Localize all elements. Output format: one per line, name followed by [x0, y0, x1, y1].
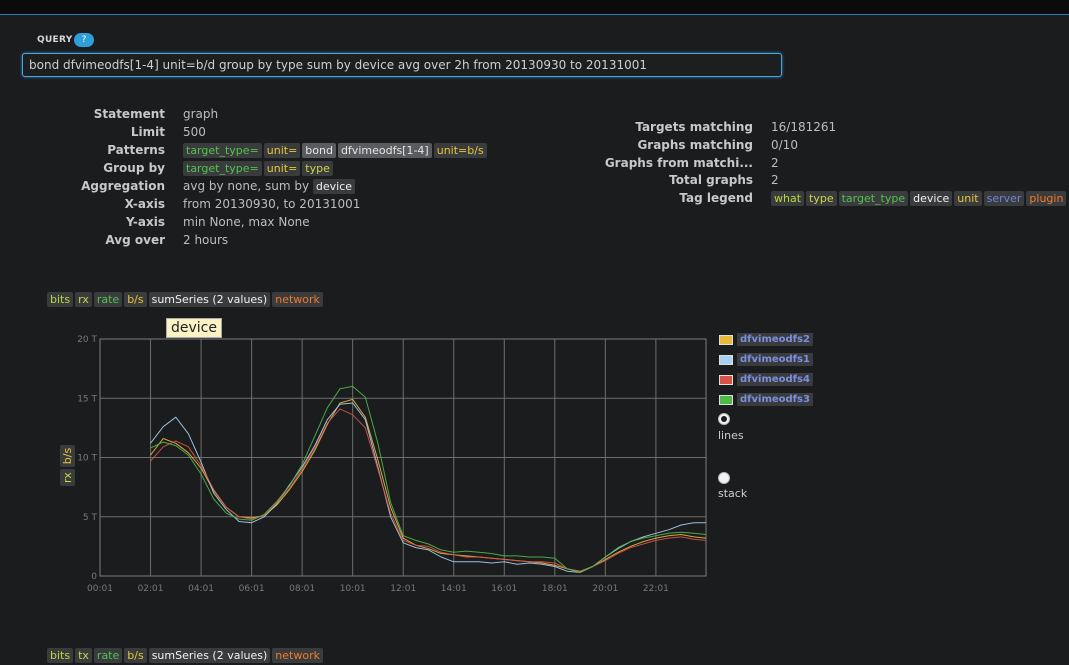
tag: b/s: [124, 292, 147, 307]
avg-over-value: 2 hours: [183, 233, 229, 247]
series-line-dfvimeodfs3: [150, 385, 707, 573]
y-tick-label: 20 T: [77, 335, 97, 345]
graph2-tags: bits tx rate b/s sumSeries (2 values) network: [47, 648, 325, 663]
query-label: QUERY: [37, 35, 73, 45]
line-chart: 00:01 02:01 04:01 06:01 08:01 10:01 12:01 14:01…: [77, 335, 707, 594]
tag: what: [771, 191, 805, 206]
targets-matching-key: Targets matching: [635, 120, 753, 134]
tag: bits: [47, 648, 74, 663]
y-tick-label: 0: [91, 572, 97, 582]
top-bar: [0, 0, 1069, 15]
x-tick-label: 18:01: [542, 584, 568, 594]
chart-series: [150, 385, 707, 573]
tag: b/s: [60, 444, 75, 468]
tag: device: [910, 191, 953, 206]
legend-swatch: [719, 355, 733, 365]
x-tick-label: 04:01: [188, 584, 214, 594]
x-tick-label: 00:01: [87, 584, 113, 594]
tag: server: [983, 191, 1025, 206]
tag: sumSeries (2 values): [148, 648, 271, 663]
tag: type: [806, 191, 837, 206]
statement-key: Statement: [93, 107, 165, 121]
legend-label: dfvimeodfs4: [737, 373, 813, 386]
x-tick-label: 02:01: [138, 584, 164, 594]
y-tick-label: 15 T: [77, 394, 97, 404]
x-tick-label: 06:01: [239, 584, 265, 594]
y-axis-value: min None, max None: [183, 215, 310, 229]
lines-label: lines: [718, 429, 744, 442]
tag: network: [272, 648, 323, 663]
tag: rate: [93, 648, 123, 663]
x-tick-label: 14:01: [441, 584, 467, 594]
stack-label: stack: [718, 487, 748, 500]
tag-legend-key: Tag legend: [679, 191, 753, 205]
x-tick-label: 12:01: [390, 584, 416, 594]
legend-swatch: [719, 335, 733, 345]
graphs-matching-value: 0/10: [771, 138, 798, 152]
query-input[interactable]: [22, 53, 782, 77]
y-tick-label: 5 T: [83, 513, 98, 523]
y-tick-label: 10 T: [77, 454, 97, 464]
series-line-dfvimeodfs4: [150, 408, 707, 572]
tag: unit: [954, 191, 982, 206]
tag: tx: [75, 648, 92, 663]
legend-swatch: [719, 395, 733, 405]
tag: b/s: [124, 648, 147, 663]
legend-label: dfvimeodfs3: [737, 393, 813, 406]
stack-radio[interactable]: [718, 472, 730, 484]
graphs-from-value: 2: [771, 156, 779, 170]
help-button[interactable]: ?: [74, 33, 94, 47]
x-tick-label: 22:01: [643, 584, 669, 594]
avg-over-key: Avg over: [105, 233, 165, 247]
graphs-matching-key: Graphs matching: [637, 138, 753, 152]
x-tick-label: 08:01: [289, 584, 315, 594]
tooltip: device: [166, 318, 222, 338]
total-graphs-value: 2: [771, 173, 779, 187]
lines-radio[interactable]: [718, 413, 730, 425]
x-tick-label: 10:01: [340, 584, 366, 594]
y-axis-key: Y-axis: [126, 215, 165, 229]
tag-legend-tags: what type target_type device unit server plugi…: [771, 191, 1068, 206]
x-tick-label: 16:01: [491, 584, 517, 594]
legend-label: dfvimeodfs1: [737, 353, 813, 366]
tag: sumSeries (2 values): [148, 292, 271, 307]
tag: target_type: [838, 191, 909, 206]
tag: bits: [47, 292, 74, 307]
legend-label: dfvimeodfs2: [737, 333, 813, 346]
series-line-dfvimeodfs1: [150, 402, 706, 573]
tag: rate: [93, 292, 123, 307]
statement-value: graph: [183, 107, 219, 121]
graph1-tags: bits rx rate b/s sumSeries (2 values) network: [47, 292, 325, 307]
tag: rx: [75, 292, 92, 307]
tag: rx: [60, 469, 75, 486]
y-axis-label: rxb/s: [60, 443, 75, 486]
total-graphs-key: Total graphs: [669, 173, 753, 187]
legend-swatch: [719, 375, 733, 385]
graphs-from-key: Graphs from matchi...: [604, 156, 753, 170]
targets-matching-value: 16/181261: [771, 120, 837, 134]
tag: network: [272, 292, 323, 307]
x-tick-label: 20:01: [592, 584, 618, 594]
tag: plugin: [1026, 191, 1067, 206]
chart-ticks: 00:01 02:01 04:01 06:01 08:01 10:01 12:01 14:01…: [77, 335, 669, 594]
